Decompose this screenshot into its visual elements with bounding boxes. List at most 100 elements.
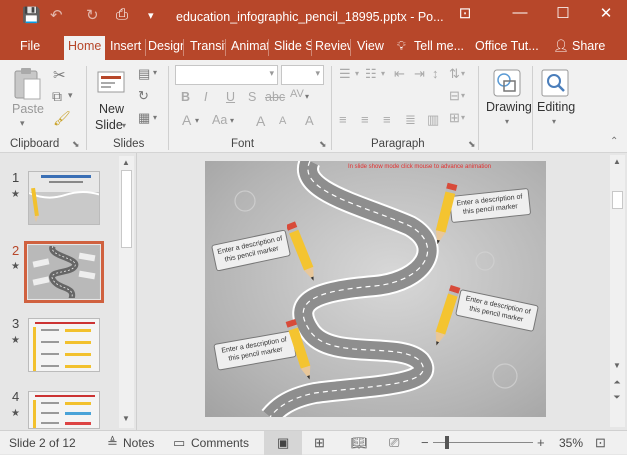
italic-button[interactable]: I	[204, 90, 207, 104]
format-painter-icon[interactable]: 🖌︎	[53, 110, 71, 127]
scroll-thumb[interactable]	[612, 191, 623, 209]
notes-icon[interactable]: ≜	[107, 435, 118, 451]
undo-icon[interactable]: ↶	[50, 6, 63, 24]
slide-thumbnail-pane[interactable]: 1 ★ 2 ★ 3 ★ 4 ★ ▲ ▼	[0, 153, 137, 430]
font-color-dropdown-icon[interactable]: ▾	[195, 116, 199, 125]
layout-icon[interactable]: ▤	[138, 66, 150, 82]
tell-me-search[interactable]: Tell me...	[414, 39, 464, 56]
scroll-down-icon[interactable]: ▼	[119, 414, 133, 423]
align-text-dropdown-icon[interactable]: ▾	[461, 91, 465, 100]
strikethrough-button[interactable]: abc	[265, 90, 285, 104]
drawing-shapes-icon[interactable]	[492, 68, 522, 98]
slide-thumbnail-3[interactable]	[28, 318, 100, 372]
align-right-icon[interactable]: ≡	[383, 112, 391, 127]
character-spacing-button[interactable]: AV	[290, 88, 304, 100]
reset-icon[interactable]: ↻	[138, 88, 149, 104]
bullets-icon[interactable]: ☰	[339, 66, 351, 82]
paste-dropdown-icon[interactable]: ▾	[20, 118, 25, 129]
editing-button[interactable]: Editing	[537, 100, 575, 114]
tab-review[interactable]: Review	[315, 39, 351, 56]
scroll-up-icon[interactable]: ▲	[119, 158, 133, 167]
drawing-button[interactable]: Drawing	[486, 100, 532, 114]
comments-icon[interactable]: ▭	[173, 435, 185, 451]
increase-indent-icon[interactable]: ⇥	[414, 66, 425, 82]
slide-scrollbar[interactable]: ▲ ▼ ⏶ ⏷	[610, 155, 625, 427]
ribbon-display-options-button[interactable]: ⊡	[452, 4, 478, 22]
pencil-marker-4[interactable]	[285, 315, 315, 385]
tab-home[interactable]: Home	[64, 36, 106, 60]
columns-icon[interactable]: ▥	[427, 112, 439, 128]
layout-dropdown-icon[interactable]: ▾	[153, 68, 157, 77]
previous-slide-icon[interactable]: ⏶	[610, 377, 624, 388]
pencil-marker-2[interactable]	[430, 179, 460, 249]
new-slide-label-2[interactable]: Slide	[95, 118, 123, 132]
change-case-dropdown-icon[interactable]: ▾	[230, 116, 234, 125]
slideshow-icon[interactable]: ⎚	[389, 435, 399, 451]
minimize-button[interactable]: —	[507, 4, 533, 21]
font-size-dropdown-icon[interactable]: ▾	[315, 68, 320, 79]
share-button[interactable]: Share	[572, 39, 605, 56]
increase-font-button[interactable]: A	[256, 113, 265, 129]
fit-to-window-icon[interactable]: ⊡	[595, 435, 606, 451]
reading-view-icon[interactable]: 📖︎	[351, 435, 368, 451]
paragraph-launcher-icon[interactable]: ⬊	[468, 139, 476, 150]
editing-dropdown-icon[interactable]: ▾	[552, 117, 556, 126]
change-case-button[interactable]: Aa	[212, 113, 227, 127]
decrease-indent-icon[interactable]: ⇤	[394, 66, 405, 82]
zoom-out-icon[interactable]: −	[421, 435, 429, 450]
copy-icon[interactable]: ⧉	[52, 88, 62, 105]
scroll-up-icon[interactable]: ▲	[610, 157, 624, 166]
tab-transitions[interactable]: Transitions	[190, 39, 226, 56]
font-size-input[interactable]: ▾	[281, 65, 324, 85]
redo-icon[interactable]: ↻	[86, 6, 99, 24]
underline-button[interactable]: U	[226, 90, 235, 104]
copy-dropdown-icon[interactable]: ▾	[68, 90, 73, 101]
tab-insert[interactable]: Insert	[110, 39, 146, 56]
new-slide-icon[interactable]	[96, 68, 126, 98]
numbering-icon[interactable]: ☷	[365, 66, 377, 82]
zoom-in-icon[interactable]: +	[537, 435, 545, 450]
font-color-button[interactable]: A	[182, 112, 191, 128]
zoom-level[interactable]: 35%	[559, 436, 583, 450]
tab-design[interactable]: Design	[148, 39, 184, 56]
thumbnail-scrollbar[interactable]: ▲ ▼	[119, 156, 134, 428]
customize-toolbar-icon[interactable]: ▾	[148, 9, 154, 22]
smartart-dropdown-icon[interactable]: ▾	[461, 113, 465, 122]
numbering-dropdown-icon[interactable]: ▾	[381, 69, 385, 78]
present-from-start-icon[interactable]: ⎙	[116, 6, 128, 23]
align-center-icon[interactable]: ≡	[361, 112, 369, 127]
slide-sorter-icon[interactable]: ⊞	[314, 435, 325, 451]
text-direction-dropdown-icon[interactable]: ▾	[461, 69, 465, 78]
bullets-dropdown-icon[interactable]: ▾	[355, 69, 359, 78]
clear-formatting-button[interactable]: A	[305, 113, 314, 128]
tab-office-tut[interactable]: Office Tut...	[475, 39, 539, 56]
slide-canvas[interactable]: In slide show mode click mouse to advanc…	[205, 161, 546, 417]
clipboard-launcher-icon[interactable]: ⬊	[72, 139, 80, 150]
paste-button[interactable]: Paste	[12, 102, 44, 116]
normal-view-button[interactable]: ▣	[264, 431, 302, 455]
font-name-dropdown-icon[interactable]: ▾	[269, 68, 274, 79]
scroll-down-icon[interactable]: ▼	[610, 361, 624, 370]
spacing-dropdown-icon[interactable]: ▾	[305, 92, 309, 101]
scroll-thumb[interactable]	[121, 170, 132, 248]
justify-icon[interactable]: ≣	[405, 112, 416, 128]
zoom-slider-thumb[interactable]	[445, 436, 449, 449]
section-dropdown-icon[interactable]: ▾	[153, 113, 157, 122]
collapse-ribbon-icon[interactable]: ⌃	[610, 136, 618, 147]
tab-view[interactable]: View	[357, 39, 384, 56]
tab-file[interactable]: File	[20, 39, 40, 56]
text-direction-icon[interactable]: ⇅	[449, 66, 460, 82]
slide-thumbnail-1[interactable]	[28, 171, 100, 225]
decrease-font-button[interactable]: A	[279, 115, 286, 127]
maximize-button[interactable]: ☐	[550, 4, 576, 22]
drawing-dropdown-icon[interactable]: ▾	[505, 117, 509, 126]
align-left-icon[interactable]: ≡	[339, 112, 347, 127]
new-slide-label[interactable]: New	[99, 102, 124, 116]
new-slide-dropdown-icon[interactable]: ▾	[122, 121, 126, 130]
slide-thumbnail-4[interactable]	[28, 391, 100, 429]
font-name-input[interactable]: ▾	[175, 65, 278, 85]
slide-thumbnail-2[interactable]	[24, 241, 104, 303]
close-button[interactable]: ✕	[593, 4, 619, 22]
section-icon[interactable]: ▦	[138, 110, 150, 126]
paste-icon[interactable]	[12, 66, 44, 102]
